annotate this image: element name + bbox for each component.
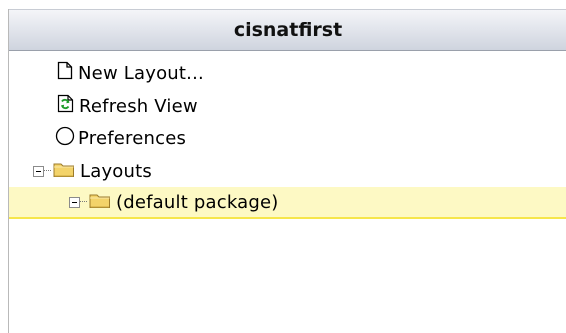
tree-item-label: Layouts (80, 160, 152, 182)
panel-title: cisnatfirst (233, 19, 343, 41)
document-icon (57, 61, 73, 85)
tree-connector (44, 170, 51, 172)
refresh-icon (57, 94, 74, 118)
tree-item-refresh-view[interactable]: Refresh View (57, 90, 198, 122)
tree-item-label: New Layout... (78, 62, 204, 84)
panel-header: cisnatfirst (9, 9, 566, 51)
tree-item-label: (default package) (116, 191, 279, 213)
folder-icon (89, 191, 111, 214)
tree-item-preferences[interactable]: Preferences (55, 122, 186, 154)
tree-item-label: Preferences (78, 127, 187, 149)
circle-icon (55, 126, 75, 151)
tree-item-new-layout[interactable]: New Layout... (57, 57, 204, 89)
layout-panel: cisnatfirst New Layout... Refresh View P… (8, 9, 566, 333)
folder-icon (53, 160, 75, 183)
tree-item-label: Refresh View (79, 95, 198, 117)
collapse-toggle[interactable] (33, 165, 44, 177)
tree-connector (80, 201, 87, 203)
tree-folder-layouts[interactable]: Layouts (33, 155, 152, 187)
collapse-toggle[interactable] (69, 196, 80, 208)
tree-folder-default-package[interactable]: (default package) (9, 187, 566, 219)
